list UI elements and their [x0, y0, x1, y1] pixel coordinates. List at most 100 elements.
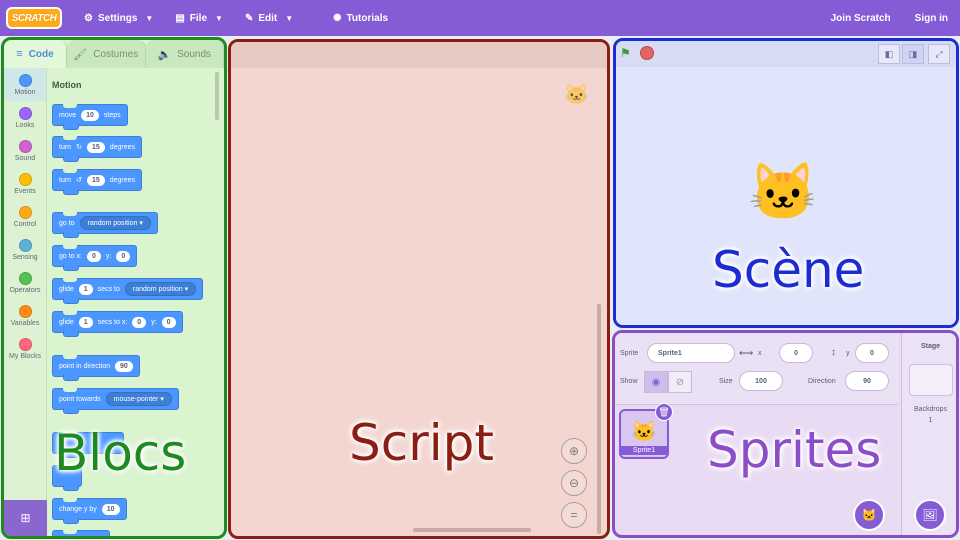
block-move-steps[interactable]: move 10 steps	[52, 104, 128, 130]
block-text: go to	[59, 219, 75, 227]
x-arrow-icon: ⟷	[739, 348, 754, 359]
category-sensing[interactable]: Sensing	[4, 233, 46, 266]
block-input[interactable]: 10	[81, 109, 99, 121]
y-arrow-icon: ↕	[831, 347, 836, 358]
settings-menu[interactable]: ⚙ Settings ▼	[84, 13, 153, 24]
block-glide-to[interactable]: glide 1 secs to random position ▾	[52, 278, 204, 304]
choose-sprite-button[interactable]: 🐱	[853, 499, 885, 531]
show-hidden-button[interactable]: ⊘	[668, 371, 692, 393]
file-icon: ▤	[175, 12, 185, 24]
lightbulb-icon: ✺	[333, 12, 342, 24]
script-vertical-scrollbar[interactable]	[597, 304, 601, 534]
sprite-name-field[interactable]: Sprite1	[647, 343, 735, 363]
block-point-direction[interactable]: point in direction 90	[52, 355, 140, 381]
category-operators[interactable]: Operators	[4, 266, 46, 299]
show-visible-button[interactable]: ◉	[644, 371, 668, 393]
block-change-y[interactable]: change y by 10	[52, 498, 127, 524]
category-motion[interactable]: Motion	[4, 68, 46, 101]
category-dot	[18, 238, 32, 252]
block-input[interactable]: 0	[86, 250, 101, 262]
sprite-name-label: Sprite	[620, 350, 639, 357]
script-area[interactable]: 🐱 ⊕ ⊖ = Script	[228, 39, 610, 539]
fullscreen-button[interactable]: ⤢	[928, 44, 950, 64]
x-label: x	[758, 350, 762, 357]
category-variables[interactable]: Variables	[4, 299, 46, 332]
file-menu[interactable]: ▤ File ▼	[175, 13, 223, 24]
category-my-blocks[interactable]: My Blocks	[4, 332, 46, 365]
block-input[interactable]: 10	[101, 503, 120, 515]
delete-sprite-button[interactable]: 🗑	[655, 403, 673, 421]
category-control[interactable]: Control	[4, 200, 46, 233]
cat-add-icon: 🐱	[861, 508, 877, 522]
tab-sounds[interactable]: 🔈 Sounds	[145, 40, 224, 68]
block-text: y:	[151, 318, 157, 326]
x-field[interactable]: 0	[779, 343, 813, 363]
block-text: turn	[59, 176, 72, 184]
menu-bar: SCRATCH ⚙ Settings ▼ ▤ File ▼ ✎ Edit ▼ ✺…	[0, 0, 960, 36]
sprites-panel: Sprite Sprite1 ⟷ x 0 ↕ y 0 Show ◉ ⊘ Size…	[612, 330, 959, 538]
sign-in-link[interactable]: Sign in	[915, 13, 948, 24]
block-glide-to-xy[interactable]: glide 1 secs to x: 0 y: 0	[52, 311, 183, 337]
stop-icon[interactable]	[640, 46, 654, 60]
zoom-reset-button[interactable]: =	[561, 502, 587, 528]
stage-selector[interactable]: Stage Backdrops 1 🖼	[901, 333, 956, 535]
block-input[interactable]: 15	[86, 141, 105, 153]
zoom-in-button[interactable]: ⊕	[561, 438, 587, 464]
eye-icon: ◉	[651, 376, 661, 388]
block-input[interactable]: 1	[78, 283, 93, 295]
block-dropdown[interactable]: random position ▾	[124, 282, 197, 296]
rotate-right-icon: ↻	[76, 144, 82, 151]
tab-code[interactable]: ≡ Code	[4, 40, 67, 68]
block-turn-right[interactable]: turn ↻ 15 degrees	[52, 136, 143, 162]
scratch-logo[interactable]: SCRATCH	[6, 7, 62, 29]
green-flag-icon[interactable]: ⚑	[620, 46, 634, 60]
size-label: Size	[719, 378, 733, 385]
size-field[interactable]: 100	[739, 371, 783, 391]
block-point-towards[interactable]: point towards mouse-pointer ▾	[52, 388, 179, 414]
small-stage-button[interactable]: ◧	[878, 44, 900, 64]
show-label: Show	[620, 378, 638, 385]
backdrop-thumbnail[interactable]	[908, 364, 953, 396]
tab-costumes[interactable]: 🖌 Costumes	[67, 40, 146, 68]
cat-sprite-icon[interactable]: 🐱	[748, 159, 818, 225]
block-input[interactable]: 1	[78, 316, 93, 328]
sprite-tile-name: Sprite1	[621, 446, 667, 455]
category-label: Sound	[14, 154, 36, 162]
choose-backdrop-button[interactable]: 🖼	[914, 499, 946, 531]
add-extension-button[interactable]: ⊞	[4, 500, 47, 536]
block-input[interactable]: 0	[161, 316, 176, 328]
direction-label: Direction	[808, 378, 836, 385]
block-turn-left[interactable]: turn ↺ 15 degrees	[52, 169, 143, 195]
category-looks[interactable]: Looks	[4, 101, 46, 134]
category-events[interactable]: Events	[4, 167, 46, 200]
zoom-in-icon: ⊕	[568, 444, 580, 458]
category-dot	[18, 304, 32, 318]
block-input[interactable]: 15	[86, 174, 105, 186]
overlay-label-sprites: Sprites	[707, 421, 882, 479]
block-partial[interactable]	[52, 530, 110, 536]
small-stage-icon: ◧	[884, 48, 894, 59]
category-dot	[18, 106, 32, 120]
script-horizontal-scrollbar[interactable]	[413, 528, 531, 532]
y-field[interactable]: 0	[855, 343, 889, 363]
block-input[interactable]: 90	[114, 360, 133, 372]
category-list: Motion Looks Sound Events Control Sensin…	[4, 68, 47, 502]
category-label: Operators	[9, 286, 41, 294]
block-dropdown[interactable]: mouse-pointer ▾	[105, 392, 172, 406]
cat-sprite-icon: 🐱	[631, 421, 657, 443]
zoom-out-button[interactable]: ⊖	[561, 470, 587, 496]
direction-field[interactable]: 90	[845, 371, 889, 391]
normal-stage-button[interactable]: ◨	[902, 44, 924, 64]
join-scratch-link[interactable]: Join Scratch	[831, 13, 891, 24]
block-input[interactable]: 0	[116, 250, 131, 262]
palette-scrollbar[interactable]	[215, 72, 219, 120]
category-sound[interactable]: Sound	[4, 134, 46, 167]
edit-menu[interactable]: ✎ Edit ▼	[245, 13, 293, 24]
extension-icon: ⊞	[20, 511, 31, 525]
backdrops-count: 1	[928, 417, 933, 424]
block-dropdown[interactable]: random position ▾	[79, 216, 151, 230]
block-input[interactable]: 0	[132, 316, 147, 328]
block-go-to-xy[interactable]: go to x: 0 y: 0	[52, 245, 138, 271]
tutorials-menu[interactable]: ✺ Tutorials	[333, 13, 388, 24]
block-go-to[interactable]: go to random position ▾	[52, 212, 158, 238]
